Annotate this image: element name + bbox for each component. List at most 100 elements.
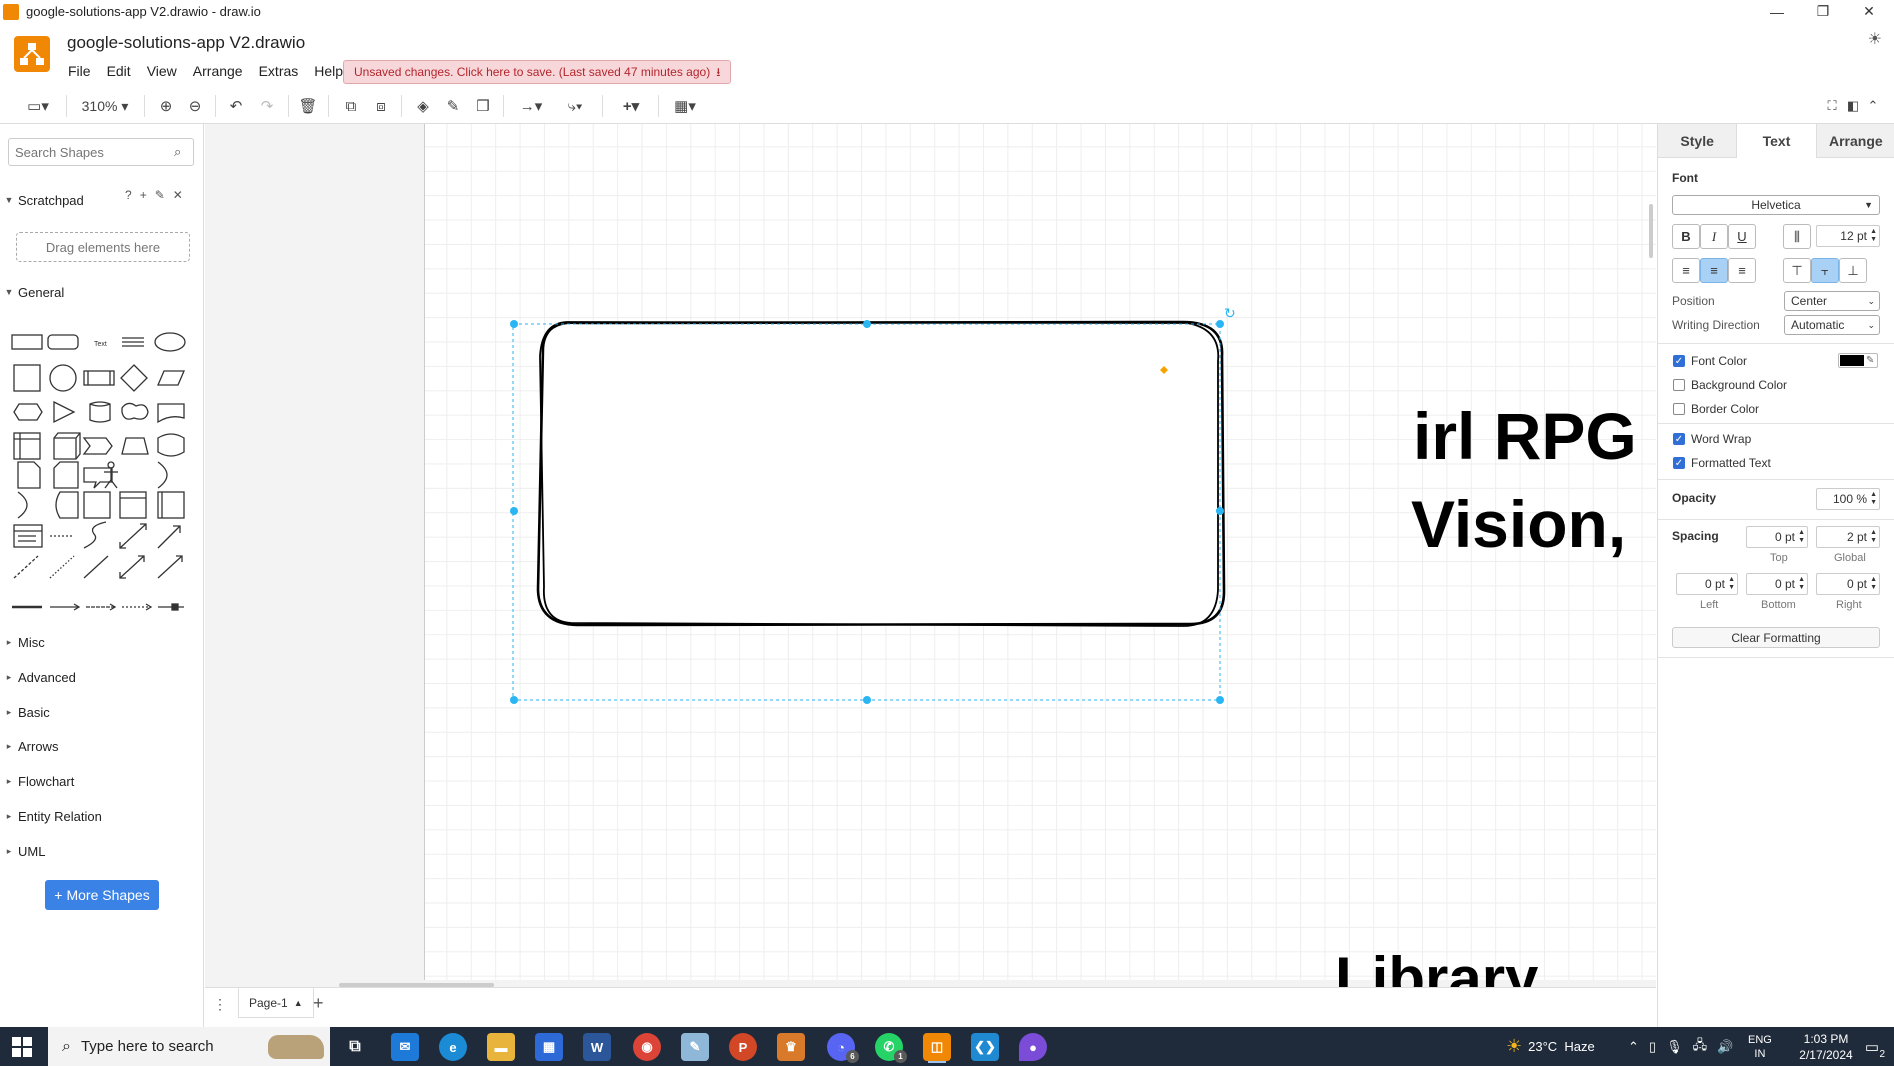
device-icon[interactable]: ▯: [1649, 1039, 1656, 1055]
writing-direction-select[interactable]: Automatic ⌄: [1784, 315, 1880, 335]
canvas-text-label[interactable]: Library: [1335, 944, 1538, 987]
zoom-select[interactable]: 310% ▾: [76, 95, 134, 117]
insert-icon[interactable]: +▾: [614, 95, 648, 117]
collapse-icon[interactable]: ⌃: [1863, 95, 1883, 117]
menu-edit[interactable]: Edit: [99, 63, 139, 79]
volume-icon[interactable]: 🔊: [1717, 1039, 1733, 1055]
vscode-icon[interactable]: ❮❯: [971, 1033, 999, 1061]
rounded-rectangle-shape[interactable]: [536, 320, 1226, 627]
mail-icon[interactable]: ✉: [391, 1033, 419, 1061]
formatted-text-checkbox[interactable]: ✓ Formatted Text: [1673, 456, 1771, 470]
font-color-swatch[interactable]: ✎: [1838, 353, 1878, 368]
font-family-select[interactable]: Helvetica ▼: [1672, 195, 1880, 215]
delete-icon[interactable]: 🗑: [298, 95, 318, 117]
clear-formatting-button[interactable]: Clear Formatting: [1672, 627, 1880, 648]
taskbar-search-box[interactable]: ⌕ Type here to search: [48, 1027, 330, 1066]
stepper-icon[interactable]: ▲ ▼: [1728, 576, 1735, 592]
line-color-icon[interactable]: ✎: [443, 95, 463, 117]
zoom-out-icon[interactable]: ⊖: [185, 95, 205, 117]
stepper-icon[interactable]: ▲ ▼: [1870, 576, 1877, 592]
general-header[interactable]: ▼ General: [0, 279, 204, 305]
task-view-icon[interactable]: ⧉: [341, 1033, 369, 1061]
search-shapes-input[interactable]: [8, 138, 194, 166]
sidebar-section-misc[interactable]: ▸ Misc: [0, 629, 204, 655]
page-tab[interactable]: Page-1 ▲: [238, 988, 314, 1018]
drawio-taskbar-icon[interactable]: ◫: [923, 1033, 951, 1061]
fill-color-icon[interactable]: ◈: [413, 95, 433, 117]
stepper-icon[interactable]: ▲ ▼: [1870, 491, 1877, 507]
file-explorer-icon[interactable]: ▬: [487, 1033, 515, 1061]
align-right-icon[interactable]: ≡: [1728, 258, 1756, 283]
sidebar-section-arrows[interactable]: ▸ Arrows: [0, 733, 204, 759]
chevron-up-icon[interactable]: ⌃: [1628, 1039, 1639, 1055]
undo-icon[interactable]: ↶: [226, 95, 246, 117]
sidebar-section-advanced[interactable]: ▸ Advanced: [0, 664, 204, 690]
sidebar-section-entity-relation[interactable]: ▸ Entity Relation: [0, 803, 204, 829]
table-icon[interactable]: ▦▾: [668, 95, 702, 117]
spacing-global-input[interactable]: 2 pt ▲ ▼: [1816, 526, 1880, 548]
italic-button[interactable]: I: [1700, 224, 1728, 249]
menu-arrange[interactable]: Arrange: [185, 63, 251, 79]
network-icon[interactable]: 🖧: [1693, 1036, 1708, 1058]
minimize-button[interactable]: —: [1754, 0, 1800, 23]
spacing-top-input[interactable]: 0 pt ▲ ▼: [1746, 526, 1808, 548]
position-select[interactable]: Center ⌄: [1784, 291, 1880, 311]
windows-start-icon[interactable]: [12, 1037, 32, 1057]
app-trophy-icon[interactable]: ♛: [777, 1033, 805, 1061]
microphone-icon[interactable]: 🎙: [1666, 1039, 1683, 1055]
tab-arrange[interactable]: Arrange: [1816, 124, 1894, 158]
bold-button[interactable]: B: [1672, 224, 1700, 249]
restore-button[interactable]: ❐: [1800, 0, 1846, 23]
underline-button[interactable]: U: [1728, 224, 1756, 249]
powerpoint-icon[interactable]: P: [729, 1033, 757, 1061]
weather-widget[interactable]: ☀ 23°C Haze: [1506, 1027, 1595, 1066]
sidebar-section-basic[interactable]: ▸ Basic: [0, 699, 204, 725]
spacing-bottom-input[interactable]: 0 pt ▲ ▼: [1746, 573, 1808, 595]
spacing-left-input[interactable]: 0 pt ▲ ▼: [1676, 573, 1738, 595]
redo-icon[interactable]: ↷: [257, 95, 277, 117]
word-wrap-checkbox[interactable]: ✓ Word Wrap: [1673, 432, 1751, 446]
shadow-icon[interactable]: ❒: [473, 95, 493, 117]
vertical-text-icon[interactable]: ⫼: [1783, 224, 1811, 249]
tab-text[interactable]: Text: [1736, 124, 1817, 158]
tab-style[interactable]: Style: [1658, 124, 1737, 158]
add-icon[interactable]: +: [140, 188, 147, 202]
stepper-icon[interactable]: ▲ ▼: [1870, 529, 1877, 545]
sidebar-section-flowchart[interactable]: ▸ Flowchart: [0, 768, 204, 794]
close-button[interactable]: ✕: [1846, 0, 1892, 23]
align-center-icon[interactable]: ≡: [1700, 258, 1728, 283]
menu-view[interactable]: View: [139, 63, 185, 79]
panel-layout-icon[interactable]: ▭▾: [20, 95, 56, 117]
notepad-icon[interactable]: ✎: [681, 1033, 709, 1061]
microsoft-store-icon[interactable]: ▦: [535, 1033, 563, 1061]
file-name[interactable]: google-solutions-app V2.drawio: [67, 33, 305, 53]
clock[interactable]: 1:03 PM 2/17/2024: [1791, 1027, 1861, 1066]
vertical-scrollbar[interactable]: [1649, 204, 1653, 258]
chevron-up-icon[interactable]: ▲: [294, 998, 303, 1008]
pages-menu-icon[interactable]: ⋮: [213, 996, 227, 1013]
align-left-icon[interactable]: ≡: [1672, 258, 1700, 283]
edit-icon[interactable]: ✎: [155, 188, 165, 202]
language-indicator[interactable]: ENG IN: [1748, 1027, 1772, 1066]
drawio-logo[interactable]: [14, 36, 50, 72]
align-middle-icon[interactable]: ⫟: [1811, 258, 1839, 283]
menu-file[interactable]: File: [60, 63, 99, 79]
connection-icon[interactable]: →▾: [514, 95, 548, 117]
align-top-icon[interactable]: ⊤: [1783, 258, 1811, 283]
format-panel-icon[interactable]: ◧: [1843, 95, 1863, 117]
close-icon[interactable]: ✕: [173, 188, 183, 202]
add-page-icon[interactable]: +: [313, 993, 324, 1014]
search-icon[interactable]: ⌕: [174, 144, 181, 160]
background-color-checkbox[interactable]: Background Color: [1673, 378, 1787, 392]
to-back-icon[interactable]: ⧈: [371, 95, 391, 117]
chrome-icon[interactable]: ◉: [633, 1033, 661, 1061]
font-size-input[interactable]: 12 pt ▲ ▼: [1816, 225, 1880, 247]
whatsapp-icon[interactable]: ✆ 1: [875, 1033, 907, 1063]
menu-extras[interactable]: Extras: [251, 63, 307, 79]
app-droplet-icon[interactable]: ●: [1019, 1033, 1047, 1061]
stepper-icon[interactable]: ▲ ▼: [1870, 228, 1877, 244]
canvas-text-label[interactable]: irl RPG Vision,: [1411, 392, 1637, 568]
align-bottom-icon[interactable]: ⊥: [1839, 258, 1867, 283]
more-shapes-button[interactable]: + More Shapes: [45, 880, 159, 910]
stepper-icon[interactable]: ▲ ▼: [1798, 529, 1805, 545]
